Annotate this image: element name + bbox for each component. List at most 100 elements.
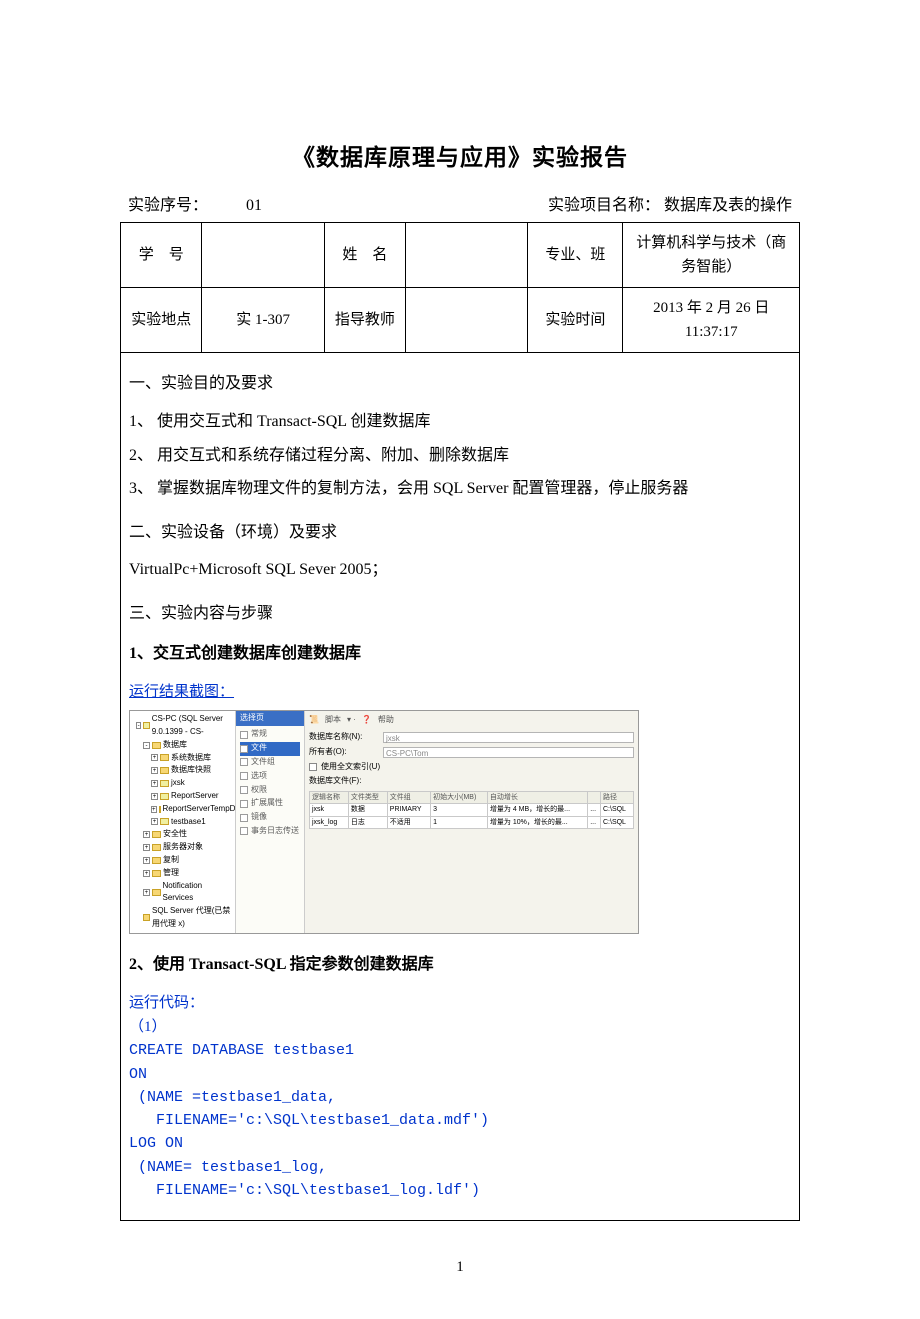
page-icon	[240, 731, 248, 739]
page-icon	[240, 800, 248, 808]
tree-item-label: 安全性	[163, 828, 187, 841]
env-text: VirtualPc+Microsoft SQL Sever 2005；	[129, 557, 791, 583]
tree-expand-icon: +	[151, 793, 158, 800]
tree-db-node: 数据库	[163, 739, 187, 752]
table-row: 学 号 姓 名 专业、班 计算机科学与技术（商务智能）	[121, 223, 800, 288]
step-2-title: 2、使用 Transact-SQL 指定参数创建数据库	[129, 952, 791, 978]
code-label: 运行代码：	[129, 991, 791, 1015]
cell-time-label: 实验时间	[528, 288, 623, 353]
tree-expand-icon: +	[151, 780, 158, 787]
page-option: 镜像	[240, 811, 300, 825]
tree-expand-icon: -	[136, 722, 141, 729]
files-label: 数据库文件(F):	[309, 775, 361, 788]
dbname-input: jxsk	[383, 732, 634, 743]
tree-expand-icon: -	[143, 742, 150, 749]
grid-row: jxsk_log 日志 不适用 1 增量为 10%，增长的最... ... C:…	[310, 816, 634, 828]
folder-icon	[152, 857, 161, 864]
tree-item-label: SQL Server 代理(已禁用代理 x)	[152, 905, 232, 931]
tree-item-label: 管理	[163, 867, 179, 880]
info-table: 学 号 姓 名 专业、班 计算机科学与技术（商务智能） 实验地点 实 1-307…	[120, 222, 800, 353]
tree-expand-icon: +	[143, 831, 150, 838]
cell-location: 实 1-307	[202, 288, 324, 353]
page-option: 文件组	[240, 756, 300, 770]
page-option: 扩展属性	[240, 797, 300, 811]
seq-label: 实验序号：	[128, 197, 208, 214]
folder-icon	[152, 831, 161, 838]
agent-icon	[143, 914, 150, 921]
cell-student-id	[202, 223, 324, 288]
section-1-title: 一、实验目的及要求	[129, 371, 791, 397]
col-header: 自动增长	[487, 792, 587, 804]
tree-item-label: 系统数据库	[171, 752, 211, 765]
fulltext-label: 使用全文索引(U)	[321, 761, 380, 774]
tree-item-label: 服务器对象	[163, 841, 203, 854]
proj-label: 实验项目名称：	[548, 197, 660, 214]
sql-code-block: CREATE DATABASE testbase1 ON (NAME =test…	[129, 1039, 791, 1202]
tree-item-label: ReportServer	[171, 790, 219, 803]
embedded-screenshot: -CS-PC (SQL Server 9.0.1399 - CS- -数据库 +…	[129, 710, 639, 934]
screenshot-label: 运行结果截图：	[129, 680, 791, 704]
folder-icon	[152, 889, 161, 896]
page-option: 事务日志传送	[240, 825, 300, 839]
page-icon	[240, 814, 248, 822]
seq-value: 01	[246, 197, 262, 214]
tree-expand-icon: +	[151, 818, 158, 825]
tree-expand-icon: +	[151, 806, 157, 813]
cell-location-label: 实验地点	[121, 288, 202, 353]
tree-root: CS-PC (SQL Server 9.0.1399 - CS-	[152, 713, 232, 739]
files-grid: 逻辑名称 文件类型 文件组 初始大小(MB) 自动增长 路径 jxsk 数据 P…	[309, 791, 634, 829]
tree-expand-icon: +	[143, 870, 150, 877]
folder-icon	[160, 754, 169, 761]
fulltext-checkbox	[309, 763, 317, 771]
page-option: 常规	[240, 728, 300, 742]
folder-icon	[160, 767, 169, 774]
script-label: 脚本	[325, 714, 341, 727]
tree-expand-icon: +	[151, 754, 158, 761]
folder-icon	[152, 742, 161, 749]
section-2-title: 二、实验设备（环境）及要求	[129, 520, 791, 546]
properties-panel: 📜脚本 ▾ · ❓帮助 数据库名称(N): jxsk 所有者(O): CS-PC…	[305, 711, 638, 933]
step-1-title: 1、交互式创建数据库创建数据库	[129, 641, 791, 667]
page-option: 权限	[240, 783, 300, 797]
panel-header: 选择页	[236, 711, 304, 726]
tree-item-label: jxsk	[171, 777, 185, 790]
table-row: 实验地点 实 1-307 指导教师 实验时间 2013 年 2 月 26 日 1…	[121, 288, 800, 353]
page-icon	[240, 786, 248, 794]
page-icon	[240, 772, 248, 780]
tree-item-label: testbase1	[171, 816, 206, 829]
tree-item-label: 复制	[163, 854, 179, 867]
tree-expand-icon: +	[151, 767, 158, 774]
list-item: 2、 用交互式和系统存储过程分离、附加、删除数据库	[129, 443, 791, 469]
db-icon	[160, 793, 169, 800]
subheader: 实验序号： 01 实验项目名称： 数据库及表的操作	[120, 193, 800, 219]
folder-icon	[152, 844, 161, 851]
cell-major: 计算机科学与技术（商务智能）	[623, 223, 800, 288]
tree-expand-icon: +	[143, 844, 150, 851]
cell-teacher-label: 指导教师	[324, 288, 405, 353]
page-title: 《数据库原理与应用》实验报告	[120, 140, 800, 177]
page-selector-panel: 选择页 常规 文件 文件组 选项 权限 扩展属性 镜像 事务日志传送	[235, 711, 305, 933]
page-icon	[240, 827, 248, 835]
dbname-label: 数据库名称(N):	[309, 731, 379, 744]
list-item: 1、 使用交互式和 Transact-SQL 创建数据库	[129, 409, 791, 435]
folder-icon	[152, 870, 161, 877]
tree-item-label: ReportServerTempDB	[163, 803, 241, 816]
owner-input: CS-PC\Tom	[383, 747, 634, 758]
tree-item-label: Notification Services	[163, 880, 233, 906]
tree-expand-icon: +	[143, 857, 150, 864]
cell-time: 2013 年 2 月 26 日 11:37:17	[623, 288, 800, 353]
list-item: 3、 掌握数据库物理文件的复制方法，会用 SQL Server 配置管理器，停止…	[129, 476, 791, 502]
page-option: 选项	[240, 769, 300, 783]
page-number: 1	[120, 1255, 800, 1279]
section-3-title: 三、实验内容与步骤	[129, 601, 791, 627]
grid-row: jxsk 数据 PRIMARY 3 增量为 4 MB，增长的最... ... C…	[310, 804, 634, 816]
db-icon	[160, 780, 169, 787]
col-header: 逻辑名称	[310, 792, 349, 804]
col-header: 文件组	[387, 792, 430, 804]
cell-name	[406, 223, 528, 288]
page-icon	[240, 745, 248, 753]
help-icon: ❓	[362, 714, 372, 727]
code-sub: （1）	[129, 1015, 791, 1039]
db-icon	[159, 806, 161, 813]
server-icon	[143, 722, 149, 729]
